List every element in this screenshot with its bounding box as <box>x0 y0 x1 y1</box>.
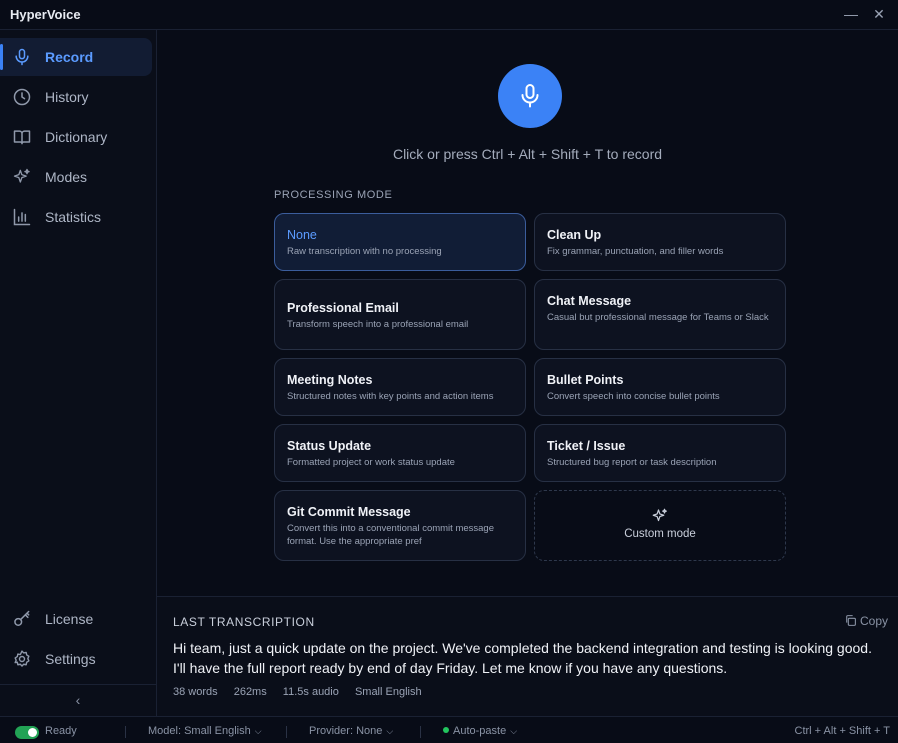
mode-title: Git Commit Message <box>287 505 411 519</box>
last-transcription-panel: LAST TRANSCRIPTION Copy Hi team, just a … <box>157 596 898 716</box>
autopaste-label: Auto-paste <box>453 725 507 737</box>
sidebar-item-record[interactable]: Record <box>0 38 152 76</box>
transcription-heading: LAST TRANSCRIPTION <box>173 615 315 629</box>
mode-card-bullet-points[interactable]: Bullet Points Convert speech into concis… <box>534 358 786 416</box>
mode-card-git-commit-message[interactable]: Git Commit Message Convert this into a c… <box>274 490 526 561</box>
mode-title: Meeting Notes <box>287 373 373 387</box>
mode-title: Clean Up <box>547 228 602 242</box>
mode-card-none[interactable]: None Raw transcription with no processin… <box>274 213 526 271</box>
microphone-icon <box>12 47 32 67</box>
transcription-text: Hi team, just a quick update on the proj… <box>173 640 872 676</box>
sidebar-item-label: Dictionary <box>45 129 108 145</box>
chevron-down-icon: ⌵ <box>386 726 394 736</box>
mode-card-chat-message[interactable]: Chat Message Casual but professional mes… <box>534 279 786 350</box>
sidebar-item-label: License <box>45 611 94 627</box>
sidebar-item-statistics[interactable]: Statistics <box>0 198 152 236</box>
mode-card-clean-up[interactable]: Clean Up Fix grammar, punctuation, and f… <box>534 213 786 271</box>
title-bar: HyperVoice — ✕ <box>0 0 898 30</box>
divider <box>0 684 156 685</box>
divider <box>286 726 287 738</box>
mode-description: Transform speech into a professional ema… <box>287 319 469 330</box>
minimize-button[interactable]: — <box>841 5 861 25</box>
provider-label: Provider: None <box>309 725 383 737</box>
sidebar: Record History Dictionary Modes Statisti… <box>0 30 157 716</box>
sidebar-item-license[interactable]: License <box>0 600 152 638</box>
mode-card-ticket-issue[interactable]: Ticket / Issue Structured bug report or … <box>534 424 786 482</box>
sidebar-item-history[interactable]: History <box>0 78 152 116</box>
sidebar-item-modes[interactable]: Modes <box>0 158 152 196</box>
mode-title: Bullet Points <box>547 373 624 387</box>
sidebar-item-settings[interactable]: Settings <box>0 640 152 678</box>
autopaste-selector[interactable]: Auto-paste ⌵ <box>443 725 517 737</box>
mode-title: None <box>287 228 317 242</box>
custom-mode-label: Custom mode <box>624 528 696 540</box>
microphone-icon <box>521 84 539 108</box>
chevron-down-icon: ⌵ <box>254 726 262 736</box>
gear-icon <box>12 649 32 669</box>
mode-description: Structured bug report or task descriptio… <box>547 457 717 468</box>
mode-title: Chat Message <box>547 294 632 308</box>
sparkles-icon <box>652 508 667 522</box>
bar-chart-icon <box>12 207 32 227</box>
mode-card-professional-email[interactable]: Professional Email Transform speech into… <box>274 279 526 350</box>
sidebar-item-label: Record <box>45 49 94 65</box>
mode-title: Professional Email <box>287 301 399 315</box>
provider-selector[interactable]: Provider: None ⌵ <box>309 725 393 737</box>
copy-icon <box>846 615 856 626</box>
mode-description: Convert speech into concise bullet point… <box>547 391 720 402</box>
status-ready: Ready <box>45 725 77 737</box>
mode-title: Ticket / Issue <box>547 439 626 453</box>
mode-description: Structured notes with key points and act… <box>287 391 494 402</box>
audio-length: 11.5s audio <box>282 686 339 698</box>
close-button[interactable]: ✕ <box>869 5 889 25</box>
key-icon <box>12 609 32 629</box>
sidebar-item-label: History <box>45 89 89 105</box>
mode-description: Casual but professional message for Team… <box>547 312 769 323</box>
app-title: HyperVoice <box>10 7 81 22</box>
chevron-down-icon: ⌵ <box>510 726 518 736</box>
sidebar-item-dictionary[interactable]: Dictionary <box>0 118 152 156</box>
model-label: Model: Small English <box>148 725 251 737</box>
book-icon <box>12 127 32 147</box>
copy-button[interactable]: Copy <box>844 614 888 628</box>
sidebar-item-label: Modes <box>45 169 88 185</box>
model-selector[interactable]: Model: Small English ⌵ <box>148 725 262 737</box>
latency: 262ms <box>233 686 267 698</box>
custom-mode-button[interactable]: Custom mode <box>534 490 786 561</box>
status-bar: Ready Model: Small English ⌵ Provider: No… <box>0 716 898 743</box>
mode-description: Fix grammar, punctuation, and filler wor… <box>547 246 724 257</box>
status-dot-icon <box>443 727 449 733</box>
mode-card-status-update[interactable]: Status Update Formatted project or work … <box>274 424 526 482</box>
model-name: Small English <box>354 686 422 698</box>
processing-mode-label: PROCESSING MODE <box>274 189 393 201</box>
ready-toggle[interactable] <box>15 726 39 739</box>
sidebar-item-label: Settings <box>45 651 96 667</box>
mode-description: Raw transcription with no processing <box>287 246 442 257</box>
record-hint: Click or press Ctrl + Alt + Shift + T to… <box>392 146 663 162</box>
mode-card-meeting-notes[interactable]: Meeting Notes Structured notes with key … <box>274 358 526 416</box>
collapse-sidebar-button[interactable]: ‹ <box>68 690 88 710</box>
divider <box>125 726 126 738</box>
shortcut-hint: Ctrl + Alt + Shift + T <box>794 725 890 737</box>
transcription-meta: 38 words 262ms 11.5s audio Small English <box>173 686 435 698</box>
word-count: 38 words <box>173 686 218 698</box>
mode-description: Convert this into a conventional commit … <box>287 523 494 547</box>
record-button[interactable] <box>498 64 562 128</box>
sparkles-icon <box>12 167 32 187</box>
copy-label: Copy <box>859 614 888 628</box>
mode-title: Status Update <box>287 439 372 453</box>
sidebar-item-label: Statistics <box>45 209 102 225</box>
clock-icon <box>12 87 32 107</box>
mode-description: Formatted project or work status update <box>287 457 455 468</box>
divider <box>420 726 421 738</box>
